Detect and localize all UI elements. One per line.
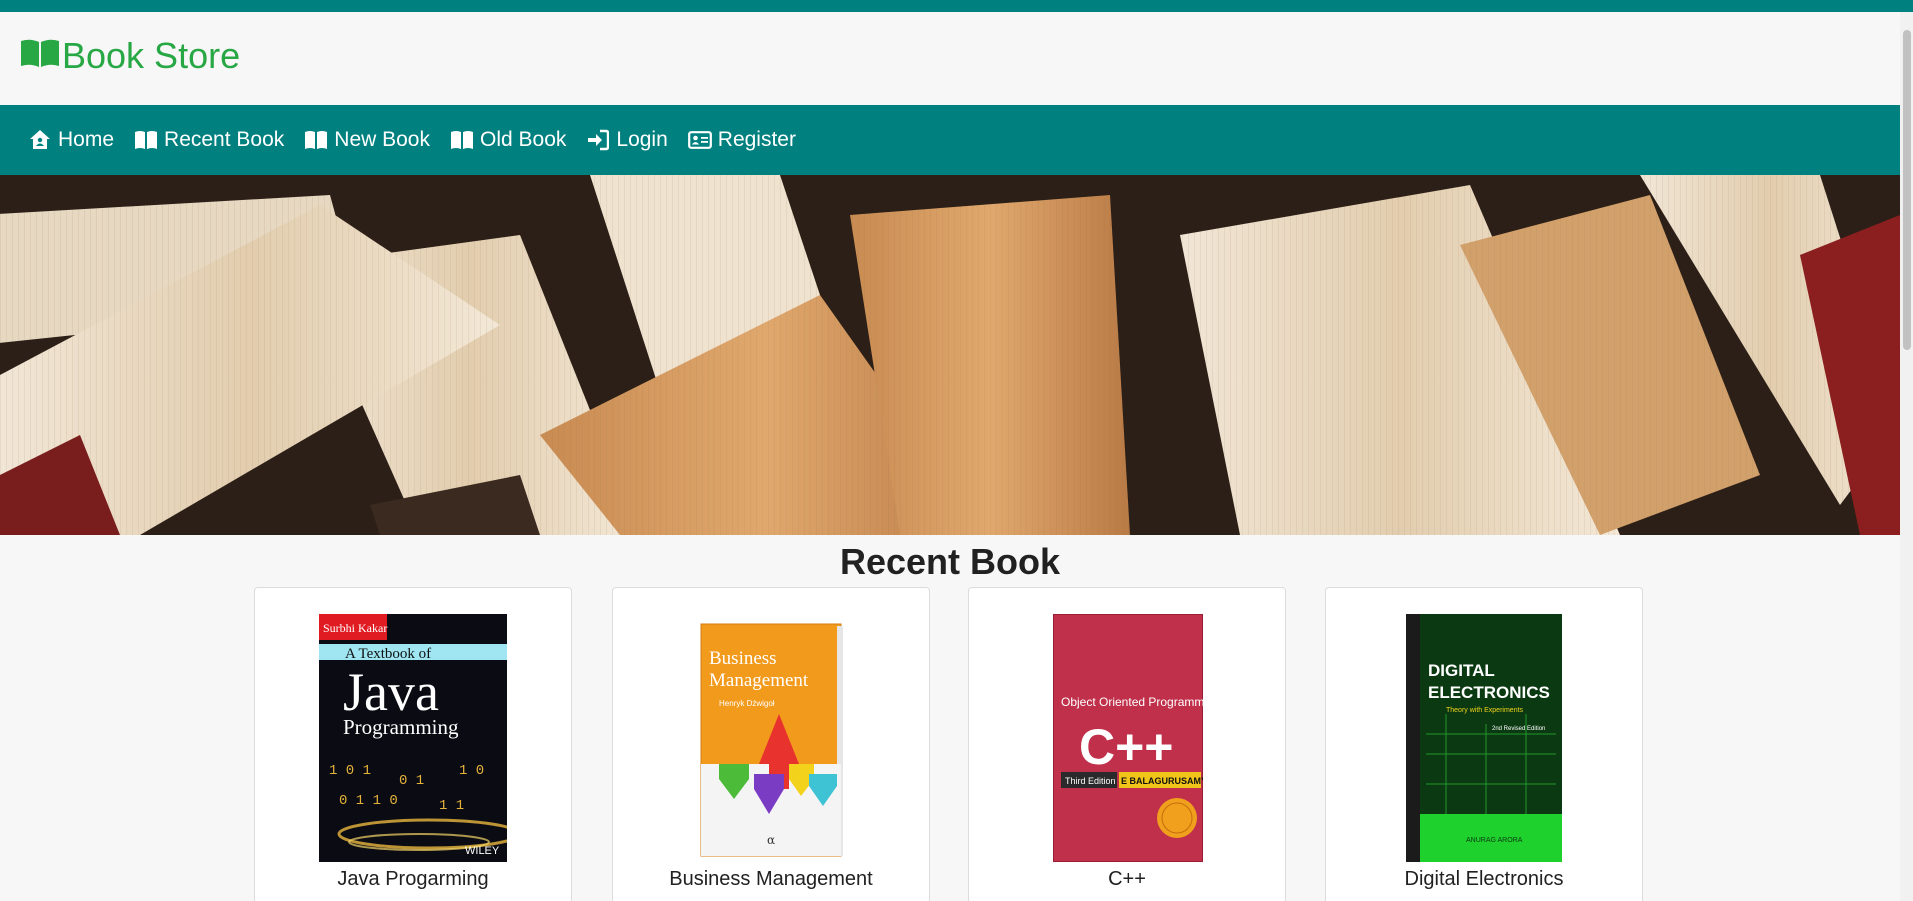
cover-line3: Programming <box>343 715 459 739</box>
open-book-icon <box>304 128 328 152</box>
nav-item-label: Register <box>717 128 796 151</box>
brand-title: Book Store <box>62 35 241 76</box>
cover-author: Surbhi Kakar <box>323 621 387 635</box>
brand-logo-link[interactable]: Book Store <box>20 34 240 78</box>
book-title: Java Progarming <box>337 868 489 890</box>
book-cover-image: Surbhi Kakar A Textbook of Java Programm… <box>319 614 521 862</box>
cover-line1: DIGITAL <box>1428 661 1495 680</box>
book-card[interactable]: Object Oriented Programming C++ Third Ed… <box>968 587 1286 901</box>
cover-author: E BALAGURUSAMY <box>1121 776 1203 786</box>
book-title: Digital Electronics <box>1404 868 1564 890</box>
nav-item-old-book[interactable]: Old Book <box>450 128 566 152</box>
nav-item-login[interactable]: Login <box>586 128 668 152</box>
book-card[interactable]: DIGITAL ELECTRONICS Theory with Experime… <box>1325 587 1643 901</box>
cover-edition: Third Edition <box>1065 776 1116 786</box>
nav-item-label: Old Book <box>480 128 567 151</box>
section-title: Recent Book <box>839 541 1061 582</box>
page: Book Store Home Recent Book New Book Old… <box>0 0 1913 901</box>
open-book-icon <box>134 128 158 152</box>
scrollbar-thumb[interactable] <box>1903 30 1911 350</box>
nav-item-register[interactable]: Register <box>687 128 796 152</box>
hero-banner-image <box>0 175 1900 535</box>
svg-text:1 0: 1 0 <box>459 763 484 779</box>
cover-line2: C++ <box>1079 719 1174 775</box>
nav-item-recent-book[interactable]: Recent Book <box>134 128 284 152</box>
svg-text:α: α <box>767 833 775 847</box>
id-card-icon <box>687 128 712 152</box>
cover-edition: 2nd Revised Edition <box>1492 726 1545 732</box>
cover-publisher: WILEY <box>465 845 500 857</box>
svg-text:0 1: 0 1 <box>399 773 424 789</box>
cover-line1: A Textbook of <box>345 646 431 662</box>
nav-item-label: New Book <box>334 128 430 151</box>
cover-line2: Management <box>709 670 809 691</box>
cover-subtitle: Theory with Experiments <box>1446 707 1524 714</box>
nav-item-label: Login <box>616 128 668 151</box>
book-title: Business Management <box>669 868 873 890</box>
nav-item-home[interactable]: Home <box>28 128 114 152</box>
cover-line2: ELECTRONICS <box>1428 683 1550 702</box>
top-accent-bar <box>0 0 1913 12</box>
svg-text:1 1: 1 1 <box>439 798 464 814</box>
book-cover-image: Business Management Henryk Dźwigoł α <box>679 614 865 862</box>
vertical-scrollbar[interactable] <box>1900 12 1913 901</box>
book-cover-image: DIGITAL ELECTRONICS Theory with Experime… <box>1406 614 1562 862</box>
nav-item-new-book[interactable]: New Book <box>304 128 430 152</box>
book-cover-image: Object Oriented Programming C++ Third Ed… <box>1052 613 1220 863</box>
book-title: C++ <box>1108 868 1146 890</box>
book-open-icon <box>20 34 62 78</box>
main-nav: Home Recent Book New Book Old Book Login… <box>0 105 1900 175</box>
cover-author: Henryk Dźwigoł <box>719 699 775 708</box>
nav-item-label: Home <box>58 128 115 151</box>
cover-author: ANURAG ARORA <box>1466 837 1523 844</box>
sign-in-icon <box>586 128 610 152</box>
svg-text:1 0 1: 1 0 1 <box>329 763 371 779</box>
svg-text:0 1 1 0: 0 1 1 0 <box>339 793 398 809</box>
home-icon <box>28 128 52 152</box>
book-card[interactable]: Business Management Henryk Dźwigoł α Bus… <box>612 587 930 901</box>
cover-line2: Java <box>343 662 439 722</box>
book-card[interactable]: Surbhi Kakar A Textbook of Java Programm… <box>254 587 572 901</box>
cover-line1: Business <box>709 648 777 669</box>
open-book-icon <box>450 128 474 152</box>
brand-bar: Book Store <box>0 12 1900 105</box>
nav-item-label: Recent Book <box>164 128 285 151</box>
cover-line1: Object Oriented Programming <box>1061 695 1203 709</box>
